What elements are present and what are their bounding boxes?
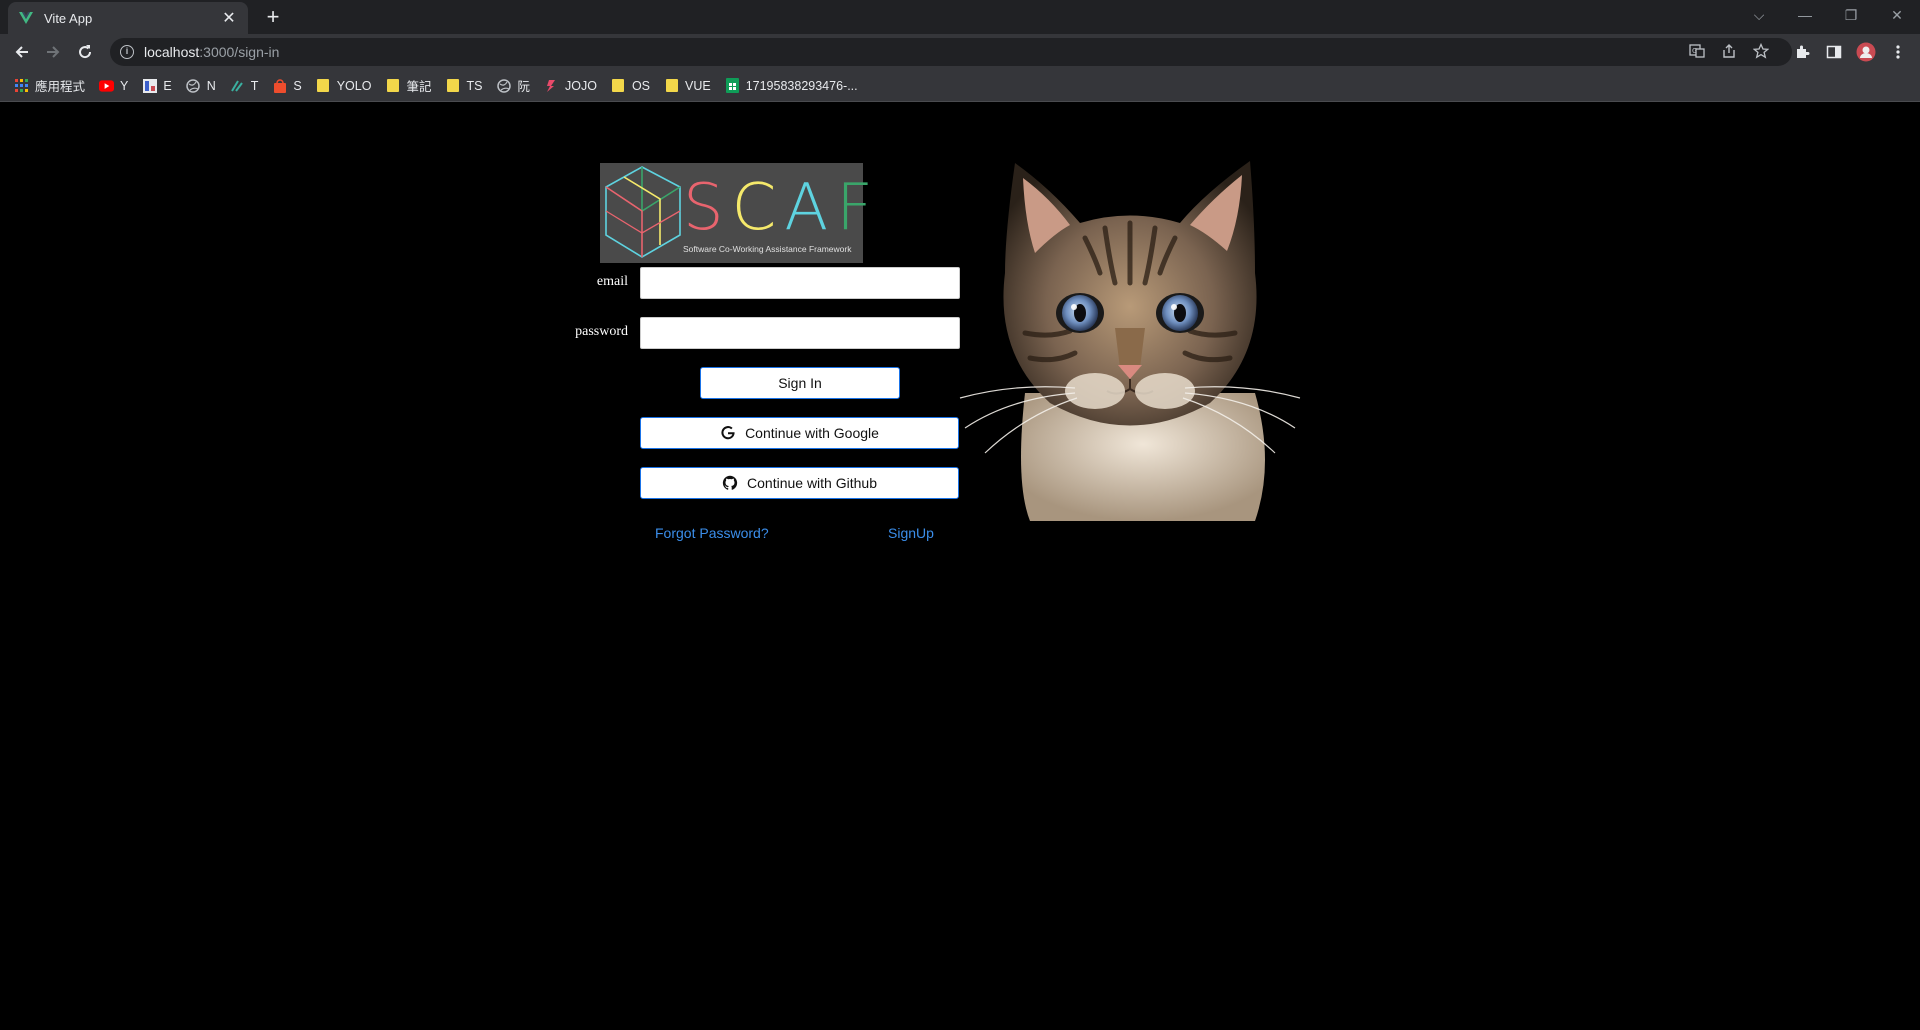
tab-search-icon[interactable]: ⌵ <box>1736 0 1782 30</box>
url-path: :3000/sign-in <box>199 44 280 60</box>
github-icon <box>722 475 738 491</box>
bookmark-label: E <box>163 78 172 93</box>
translate-icon[interactable]: G <box>1688 42 1706 60</box>
browser-toolbar: i localhost:3000/sign-in G <box>0 34 1920 70</box>
restore-button[interactable]: ❐ <box>1828 0 1874 30</box>
bookmark-folder-ts[interactable]: TS <box>445 78 482 93</box>
extensions-icon[interactable] <box>1792 42 1812 62</box>
logo-letter: C <box>731 171 785 245</box>
youtube-icon <box>99 78 115 93</box>
signup-link[interactable]: SignUp <box>888 525 934 541</box>
bookmark-label: Y <box>120 78 129 93</box>
bookmark-t[interactable]: T <box>230 78 259 93</box>
url-host: localhost <box>144 44 200 60</box>
sign-in-page: SCAF Software Co-Working Assistance Fram… <box>0 103 1920 1030</box>
scaf-logo: SCAF Software Co-Working Assistance Fram… <box>600 163 873 263</box>
google-icon <box>720 425 736 441</box>
reload-button[interactable] <box>71 38 99 66</box>
bookmark-label: TS <box>466 78 483 93</box>
folder-icon <box>611 78 626 93</box>
shop-icon <box>272 78 287 93</box>
e-site-icon <box>142 78 157 93</box>
folder-icon <box>385 78 400 93</box>
password-field[interactable] <box>640 317 960 349</box>
reload-icon <box>79 45 92 59</box>
bookmark-jojo[interactable]: JOJO <box>544 78 597 93</box>
logo-letter: A <box>784 171 837 245</box>
github-button-label: Continue with Github <box>747 475 877 491</box>
minimize-button[interactable]: — <box>1782 0 1828 30</box>
bookmark-apps[interactable]: 應用程式 <box>14 76 85 95</box>
vite-favicon-icon <box>19 12 33 24</box>
cat-photo <box>959 161 1301 521</box>
forgot-password-link[interactable]: Forgot Password? <box>655 525 769 541</box>
browser-tab[interactable]: Vite App ✕ <box>8 2 248 34</box>
bookmark-s[interactable]: S <box>272 78 302 93</box>
apps-grid-icon <box>14 78 29 93</box>
jojo-icon <box>544 78 559 93</box>
address-bar[interactable]: i localhost:3000/sign-in <box>110 38 1792 66</box>
side-panel-icon[interactable] <box>1824 42 1844 62</box>
bookmark-star-icon[interactable] <box>1752 42 1770 60</box>
github-sign-in-button[interactable]: Continue with Github <box>640 467 959 499</box>
arrow-right-icon <box>47 46 60 58</box>
bookmark-folder-yolo[interactable]: YOLO <box>316 78 372 93</box>
bookmarks-bar: 應用程式 Y E N T S YOLO 筆記 TS 阮 JOJO OS VUE … <box>0 70 1920 102</box>
t-site-icon <box>230 78 245 93</box>
logo-letters: SCAF <box>683 171 881 245</box>
password-label: password <box>575 324 628 339</box>
globe-icon <box>496 78 511 93</box>
forward-button[interactable] <box>39 38 67 66</box>
bookmark-label: T <box>250 78 259 93</box>
tab-close-icon[interactable]: ✕ <box>220 8 238 28</box>
browser-titlebar: Vite App ✕ + ⌵ — ❐ ✕ <box>0 0 1920 34</box>
bookmark-e[interactable]: E <box>142 78 172 93</box>
sign-in-button[interactable]: Sign In <box>700 367 900 399</box>
globe-icon <box>186 78 201 93</box>
bookmark-label: 阮 <box>517 80 530 94</box>
email-label: email <box>596 274 628 289</box>
folder-icon <box>664 78 679 93</box>
logo-letter: F <box>836 171 881 245</box>
browser-menu-icon[interactable] <box>1888 42 1908 62</box>
folder-icon <box>445 78 460 93</box>
bookmark-label: 應用程式 <box>35 80 86 94</box>
bookmark-label: S <box>293 78 302 93</box>
cube-logo-icon <box>605 166 681 258</box>
close-window-button[interactable]: ✕ <box>1874 0 1920 30</box>
sheets-icon <box>725 78 740 93</box>
bookmark-sheet[interactable]: 17195838293476-... <box>725 78 858 93</box>
logo-letter: S <box>683 171 732 245</box>
site-info-icon[interactable]: i <box>120 45 134 59</box>
new-tab-button[interactable]: + <box>259 4 287 30</box>
bookmark-youtube[interactable]: Y <box>99 78 128 93</box>
bookmark-label: N <box>206 78 216 93</box>
bookmark-folder-notes[interactable]: 筆記 <box>385 76 431 95</box>
folder-icon <box>316 78 331 93</box>
google-button-label: Continue with Google <box>745 425 879 441</box>
tab-title: Vite App <box>44 10 93 26</box>
share-icon[interactable] <box>1720 42 1738 60</box>
bookmark-label: OS <box>631 78 650 93</box>
bookmark-label: JOJO <box>564 78 597 93</box>
logo-subtitle: Software Co-Working Assistance Framework <box>683 244 852 254</box>
bookmark-label: VUE <box>685 78 711 93</box>
bookmark-label: 17195838293476-... <box>745 78 858 93</box>
google-sign-in-button[interactable]: Continue with Google <box>640 417 959 449</box>
back-button[interactable] <box>8 38 36 66</box>
logo-wordmark: SCAF <box>683 171 881 245</box>
bookmark-folder-vue[interactable]: VUE <box>664 78 711 93</box>
bookmark-label: 筆記 <box>406 80 432 94</box>
email-field[interactable] <box>640 267 960 299</box>
bookmark-n[interactable]: N <box>186 78 216 93</box>
bookmark-label: YOLO <box>336 78 372 93</box>
bookmark-folder-os[interactable]: OS <box>611 78 650 93</box>
bookmark-ruan[interactable]: 阮 <box>496 76 530 95</box>
profile-avatar-icon[interactable] <box>1856 42 1876 62</box>
arrow-left-icon <box>15 46 28 58</box>
